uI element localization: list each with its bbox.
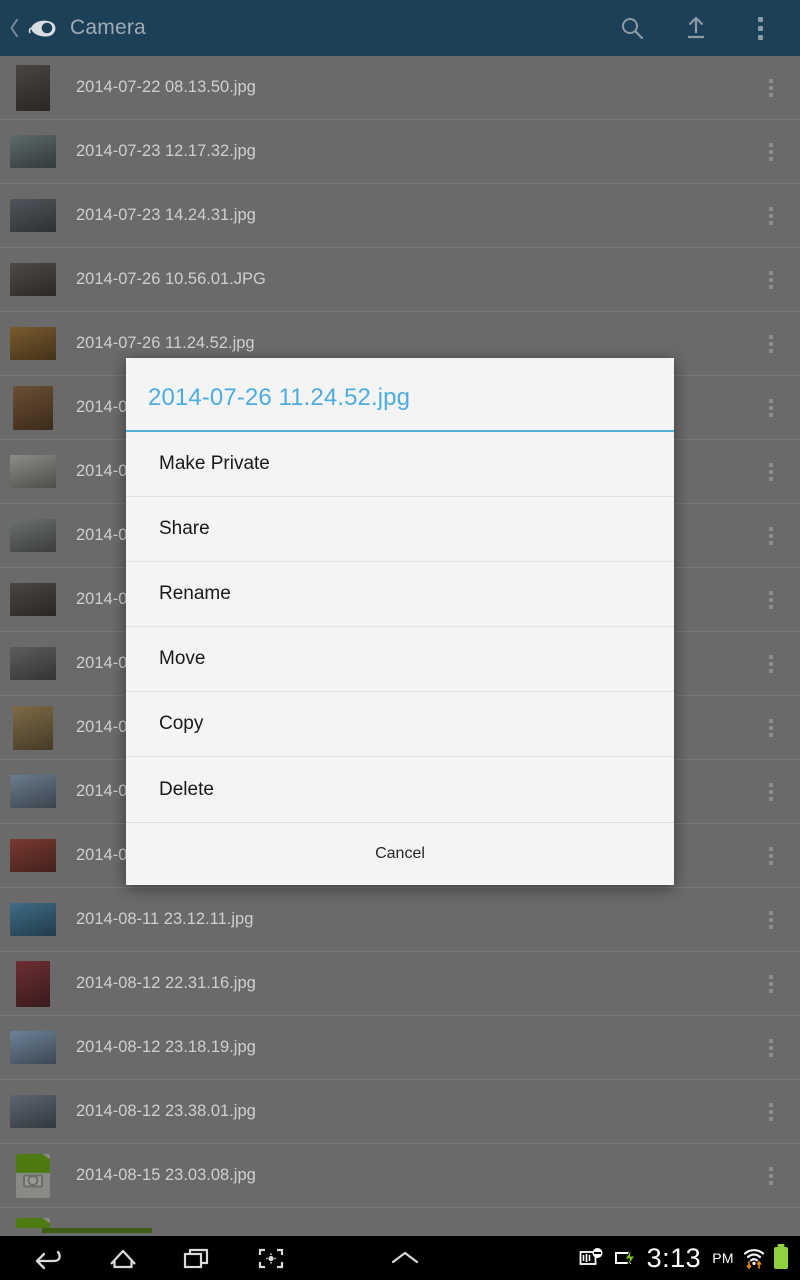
dialog-title: 2014-07-26 11.24.52.jpg: [148, 384, 411, 411]
dialog-item-list: Make Private Share Rename Move Copy Delete: [126, 432, 674, 822]
dialog-item-rename[interactable]: Rename: [126, 562, 674, 627]
usb-charging-icon: [614, 1248, 638, 1268]
screen-root: Camera 2014-07-22 08.13.50.jpg 2014-07-2…: [0, 0, 800, 1280]
dialog-item-label: Share: [159, 518, 210, 539]
dialog-item-delete[interactable]: Delete: [126, 757, 674, 822]
wifi-icon: [743, 1247, 765, 1269]
expand-up-nav-icon[interactable]: [368, 1236, 442, 1280]
nav-keys: [0, 1236, 442, 1280]
status-clock: 3:13: [646, 1242, 702, 1273]
dialog-footer[interactable]: Cancel: [126, 822, 674, 885]
screenshot-nav-icon[interactable]: [234, 1236, 308, 1280]
dialog-item-share[interactable]: Share: [126, 497, 674, 562]
list-bottom-strip: [0, 1228, 800, 1236]
dialog-item-label: Make Private: [159, 453, 270, 474]
mute-icon: [579, 1247, 605, 1269]
system-status-icons: 3:13 PM: [579, 1242, 800, 1273]
dialog-item-move[interactable]: Move: [126, 627, 674, 692]
home-nav-icon[interactable]: [86, 1236, 160, 1280]
dialog-item-label: Rename: [159, 583, 231, 604]
back-nav-icon[interactable]: [12, 1236, 86, 1280]
dialog-item-copy[interactable]: Copy: [126, 692, 674, 757]
progress-strip: [42, 1228, 152, 1233]
dialog-item-label: Delete: [159, 778, 214, 800]
status-ampm: PM: [712, 1250, 734, 1266]
cancel-button[interactable]: Cancel: [375, 845, 425, 863]
system-nav-bar: 3:13 PM: [0, 1236, 800, 1280]
dialog-item-label: Move: [159, 648, 206, 669]
battery-icon: [774, 1247, 788, 1269]
dialog-item-label: Copy: [159, 713, 204, 734]
file-action-dialog: 2014-07-26 11.24.52.jpg Make Private Shar…: [126, 358, 674, 885]
dialog-item-make-private[interactable]: Make Private: [126, 432, 674, 497]
recents-nav-icon[interactable]: [160, 1236, 234, 1280]
dialog-header: 2014-07-26 11.24.52.jpg: [126, 358, 674, 432]
